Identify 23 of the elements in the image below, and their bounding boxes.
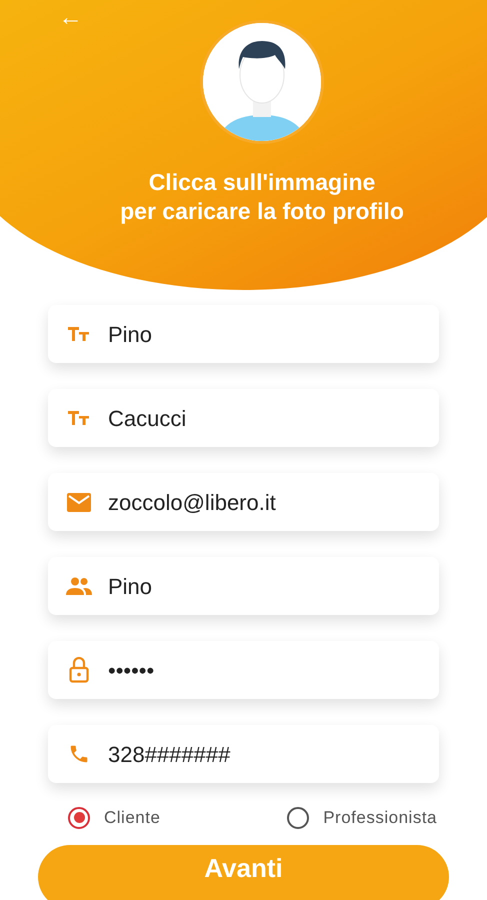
text-size-icon xyxy=(68,410,90,426)
padlock-icon xyxy=(69,657,89,683)
people-icon xyxy=(66,577,92,595)
field-value: zoccolo@libero.it xyxy=(108,488,276,516)
radio-button[interactable] xyxy=(68,806,90,829)
input-field[interactable]: Pino xyxy=(48,557,439,615)
field-value: •••••• xyxy=(108,656,154,684)
field-value: Pino xyxy=(108,572,152,600)
input-field[interactable]: Pino xyxy=(48,305,439,363)
field-value: Pino xyxy=(108,320,152,348)
input-field[interactable]: 328####### xyxy=(48,725,439,783)
input-field[interactable]: Cacucci xyxy=(48,389,439,447)
text-size-icon xyxy=(68,326,90,342)
radio-label: Professionista xyxy=(323,807,437,829)
phone-icon xyxy=(68,743,90,765)
field-value: Cacucci xyxy=(108,404,186,432)
input-field[interactable]: zoccolo@libero.it xyxy=(48,473,439,531)
upload-photo-prompt: Clicca sull'immagine per caricare la foto profilo xyxy=(120,168,404,226)
envelope-icon xyxy=(67,492,91,512)
radio-label: Cliente xyxy=(104,807,160,829)
input-field[interactable]: •••••• xyxy=(48,641,439,699)
field-value: 328####### xyxy=(108,740,230,768)
radio-button[interactable] xyxy=(287,806,310,829)
